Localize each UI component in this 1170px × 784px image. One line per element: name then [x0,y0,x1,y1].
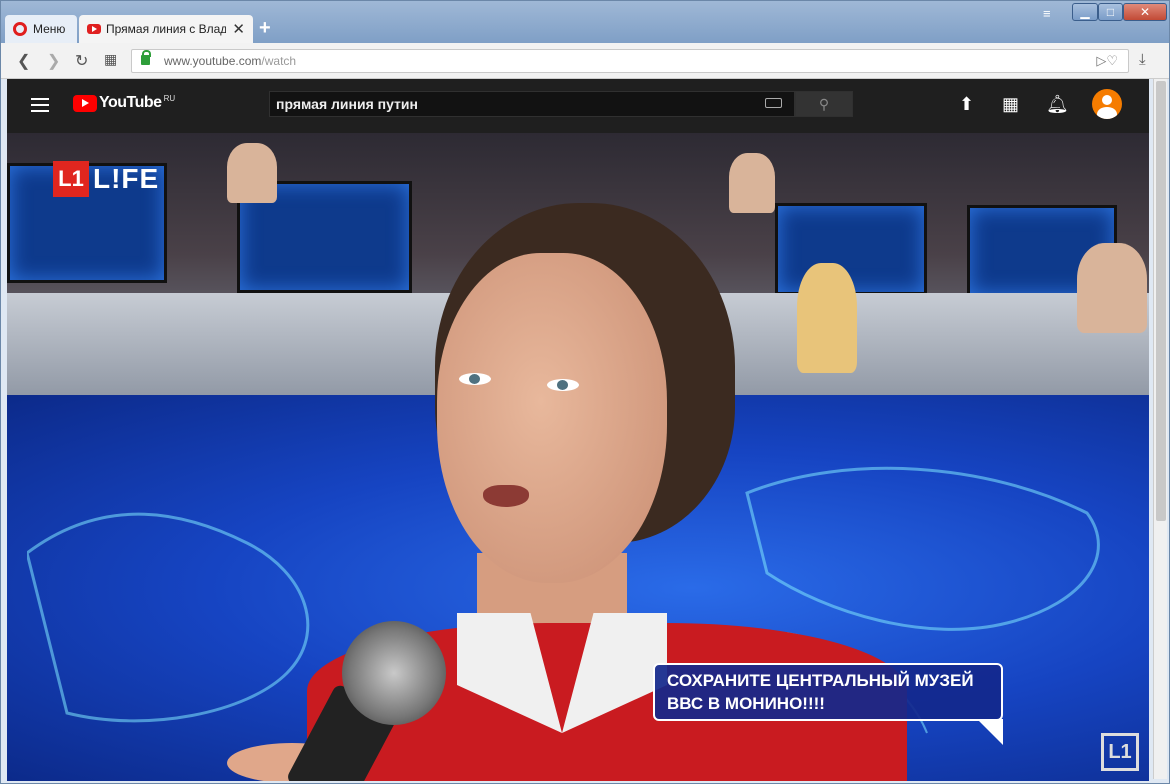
avatar[interactable] [1092,89,1122,119]
mouth [483,485,529,507]
maximize-button[interactable]: □ [1098,3,1123,21]
menu-label: Меню [33,22,66,36]
apps-grid-icon[interactable]: ▦ [1002,94,1019,115]
corner-l1-watermark: L1 [1101,733,1139,771]
background-person [1077,243,1147,333]
menu-hamburger-icon[interactable] [31,98,49,112]
l1-logo-icon: L1 [53,161,89,197]
tab-youtube[interactable]: Прямая линия с Владими ✕ [79,15,253,43]
youtube-play-icon [73,94,97,112]
speed-dial-icon[interactable]: ▦ [104,51,117,68]
caption-line-2: ВВС В МОНИНО!!!! [667,694,825,713]
tab-close-icon[interactable]: ✕ [232,20,245,38]
caption-line-1: СОХРАНИТЕ ЦЕНТРАЛЬНЫЙ МУЗЕЙ [667,671,974,690]
close-window-button[interactable]: ✕ [1123,3,1167,21]
url-host: www.youtube.com [164,54,262,68]
scrollbar-thumb[interactable] [1156,81,1166,521]
browser-window: Меню Прямая линия с Владими ✕ + ≡ ▁ □ ✕ … [0,0,1170,784]
channel-logo-text: L!FE [93,163,160,194]
upload-icon[interactable]: ⬆ [959,94,974,115]
stash-icon[interactable]: ≡ [1043,6,1051,21]
question-caption: СОХРАНИТЕ ЦЕНТРАЛЬНЫЙ МУЗЕЙ ВВС В МОНИНО… [653,663,1003,745]
navigation-bar: ❮ ❯ ↻ ▦ www.youtube.com/watch ▷♡ ⤓ [1,43,1169,79]
search-input[interactable]: прямая линия путин [269,91,795,117]
url-path: /watch [261,54,297,68]
youtube-country-code: RU [163,93,176,103]
life-channel-logo: L1 L!FE [53,161,159,197]
title-bar: Меню Прямая линия с Владими ✕ + ≡ ▁ □ ✕ [1,1,1169,43]
new-tab-button[interactable]: + [259,17,271,40]
youtube-wordmark: YouTube [99,94,162,111]
forward-icon[interactable]: ❯ [47,51,60,71]
youtube-logo[interactable]: YouTube RU [73,94,175,112]
address-bar[interactable]: www.youtube.com/watch ▷♡ [131,49,1129,73]
face [437,253,667,583]
eye [547,379,579,391]
back-icon[interactable]: ❮ [17,51,30,71]
background-person [227,143,277,203]
download-icon[interactable]: ⤓ [1139,51,1146,68]
keyboard-icon[interactable] [765,98,782,108]
reload-icon[interactable]: ↻ [75,51,88,71]
eye [459,373,491,385]
video-player[interactable]: L1 L!FE СОХРАНИТЕ ЦЕНТРАЛЬНЫЙ МУЗЕЙ ВВС … [7,133,1149,781]
microphone [342,621,446,725]
notifications-bell-icon[interactable]: 🔔︎ [1046,94,1069,115]
page-scrollbar[interactable] [1153,79,1167,779]
minimize-button[interactable]: ▁ [1072,3,1098,21]
opera-logo-icon [13,22,27,36]
lock-icon [141,50,151,65]
send-heart-icons[interactable]: ▷♡ [1096,53,1118,69]
opera-menu-button[interactable]: Меню [5,15,77,43]
youtube-header: YouTube RU прямая линия путин ⚲ ⬆ ▦ 🔔︎ [7,79,1149,133]
tab-title: Прямая линия с Владими [106,22,227,36]
search-button[interactable]: ⚲ [795,91,853,117]
youtube-favicon-icon [87,24,101,34]
